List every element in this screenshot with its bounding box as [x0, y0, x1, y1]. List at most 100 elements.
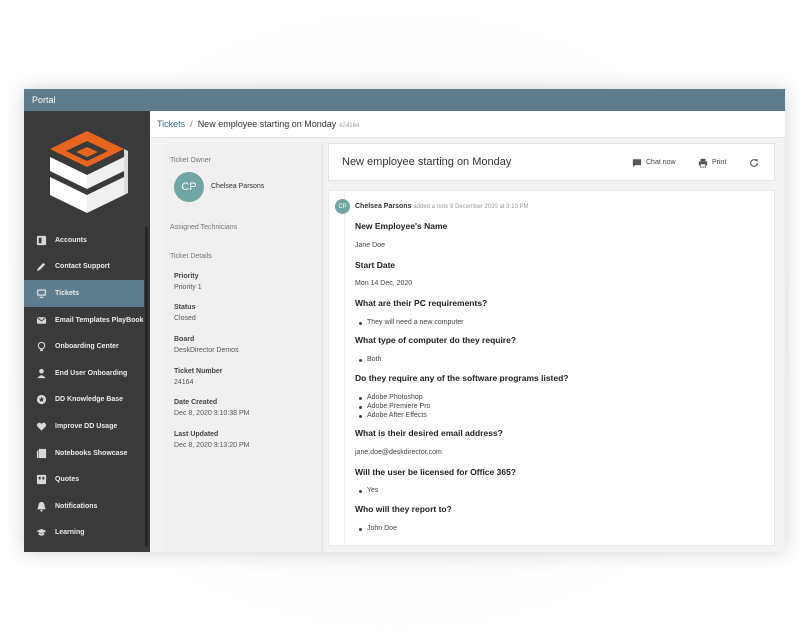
detail-last-updated: Last Updated Dec 8, 2020 3:13:20 PM	[174, 429, 250, 451]
detail-date-created: Date Created Dec 8, 2020 3:10:38 PM	[174, 397, 250, 419]
detail-label: Date Created	[174, 399, 218, 406]
note-author-avatar: CP	[335, 199, 350, 214]
deskdirector-logo	[50, 131, 128, 213]
sidebar-item-contact-support[interactable]: Contact Support	[24, 254, 150, 281]
sidebar: Accounts Contact Support Tickets Email T…	[24, 111, 150, 552]
sidebar-item-accounts[interactable]: Accounts	[24, 227, 150, 254]
sidebar-item-quotes[interactable]: Quotes	[24, 466, 150, 493]
ticket-title: New employee starting on Monday	[342, 156, 512, 168]
ticket-header: New employee starting on Monday Chat now…	[328, 143, 775, 181]
portal-top-bar: Portal	[24, 89, 785, 111]
sidebar-item-dd-knowledge-base[interactable]: DD Knowledge Base	[24, 387, 150, 414]
detail-value: Dec 8, 2020 3:13:20 PM	[174, 442, 250, 449]
pencil-icon	[36, 261, 47, 272]
detail-ticket-number: Ticket Number 24164	[174, 366, 223, 388]
mail-icon	[36, 315, 47, 326]
sidebar-item-label: Accounts	[55, 236, 87, 244]
note-meta: added a note 8 December 2020 at 3:10 PM	[413, 204, 529, 210]
sidebar-item-label: Notifications	[55, 502, 98, 510]
detail-value: Closed	[174, 315, 196, 322]
monitor-icon	[36, 288, 47, 299]
list-item: Both	[358, 356, 382, 363]
sidebar-item-label: Improve DD Usage	[55, 422, 118, 430]
detail-value: Dec 8, 2020 3:10:38 PM	[174, 410, 250, 417]
sidebar-item-email-templates[interactable]: Email Templates PlayBook	[24, 307, 150, 334]
bell-icon	[36, 501, 47, 512]
question: Who will they report to?	[355, 504, 452, 514]
sidebar-item-learning[interactable]: Learning	[24, 520, 150, 547]
question: What type of computer do they require?	[355, 335, 517, 345]
owner-avatar: CP	[174, 172, 204, 202]
sidebar-item-label: Tickets	[55, 289, 79, 297]
answer: Mon 14 Dec, 2020	[355, 280, 413, 287]
assigned-technicians-heading: Assigned Technicians	[170, 224, 238, 231]
sidebar-item-label: Quotes	[55, 476, 80, 484]
sidebar-item-tickets[interactable]: Tickets	[24, 280, 144, 307]
ticket-details-heading: Ticket Details	[170, 253, 212, 260]
note-author: Chelsea Parsons	[355, 203, 412, 210]
ticket-owner-heading: Ticket Owner	[170, 157, 211, 164]
sidebar-item-label: DD Knowledge Base	[55, 396, 124, 404]
answer: Jane Doe	[355, 242, 385, 249]
detail-label: Priority	[174, 273, 199, 280]
sidebar-item-notebooks-showcase[interactable]: Notebooks Showcase	[24, 440, 150, 467]
sidebar-item-label: Contact Support	[55, 263, 110, 271]
print-label: Print	[712, 159, 727, 166]
detail-value: DeskDirector Demos	[174, 347, 239, 354]
app-title: Portal	[32, 95, 56, 105]
question: New Employee's Name	[355, 221, 448, 231]
chat-now-button[interactable]: Chat now	[632, 144, 676, 181]
question: Do they require any of the software prog…	[355, 373, 569, 383]
sidebar-scrollbar[interactable]	[145, 227, 148, 547]
ticket-info-panel: Ticket Owner CP Chelsea Parsons Assigned…	[162, 143, 323, 552]
app-window: Portal Accounts Contact Support Tickets …	[24, 89, 785, 552]
chat-now-label: Chat now	[646, 159, 676, 166]
list-item: They will need a new computer	[359, 319, 464, 326]
sidebar-item-label: Learning	[55, 529, 85, 537]
accounts-icon	[36, 235, 47, 246]
detail-priority: Priority Priority 1	[174, 271, 202, 293]
list-item: Adobe Premiere Pro	[358, 403, 431, 410]
sidebar-item-label: Notebooks Showcase	[55, 449, 128, 457]
detail-board: Board DeskDirector Demos	[174, 334, 239, 356]
graduation-cap-icon	[36, 527, 47, 538]
timeline-line	[344, 191, 345, 547]
detail-value: Priority 1	[174, 284, 202, 291]
sidebar-item-onboarding-center[interactable]: Onboarding Center	[24, 333, 150, 360]
lightbulb-icon	[36, 341, 47, 352]
owner-name: Chelsea Parsons	[211, 183, 265, 190]
detail-label: Ticket Number	[174, 368, 223, 375]
main-content: Ticket Owner CP Chelsea Parsons Assigned…	[150, 138, 785, 552]
print-button[interactable]: Print	[698, 144, 726, 181]
list-item: John Doe	[359, 525, 397, 532]
note-header: Chelsea Parsons added a note 8 December …	[355, 203, 528, 210]
heart-icon	[36, 421, 47, 432]
question: What is their desired email address?	[355, 428, 503, 438]
sidebar-item-end-user-onboarding[interactable]: End User Onboarding	[24, 360, 150, 387]
detail-status: Status Closed	[174, 302, 196, 324]
list-item: Adobe Photoshop	[359, 394, 423, 401]
breadcrumb-tickets-link[interactable]: Tickets	[157, 119, 185, 129]
sidebar-nav: Accounts Contact Support Tickets Email T…	[24, 227, 150, 546]
question: What are their PC requirements?	[355, 298, 488, 308]
notebook-icon	[36, 448, 47, 459]
person-icon	[36, 368, 47, 379]
printer-icon	[698, 158, 708, 167]
list-item: Yes	[358, 487, 379, 494]
sidebar-item-label: Onboarding Center	[55, 343, 119, 351]
answer: jane.doe@deskdirector.com	[355, 449, 442, 456]
refresh-icon	[750, 158, 758, 167]
refresh-button[interactable]	[749, 144, 763, 181]
list-item: Adobe After Effects	[359, 412, 427, 419]
question: Start Date	[355, 260, 396, 270]
detail-label: Status	[174, 304, 196, 311]
question: Will the user be licensed for Office 365…	[355, 467, 516, 477]
detail-value: 24164	[174, 379, 194, 386]
breadcrumb-separator: /	[190, 119, 193, 129]
sidebar-item-notifications[interactable]: Notifications	[24, 493, 150, 520]
ticket-number-badge: #24164	[339, 123, 360, 129]
sidebar-item-improve-dd-usage[interactable]: Improve DD Usage	[24, 413, 150, 440]
quote-icon	[36, 474, 47, 485]
breadcrumb-current: New employee starting on Monday	[197, 119, 337, 129]
chat-icon	[632, 158, 642, 167]
